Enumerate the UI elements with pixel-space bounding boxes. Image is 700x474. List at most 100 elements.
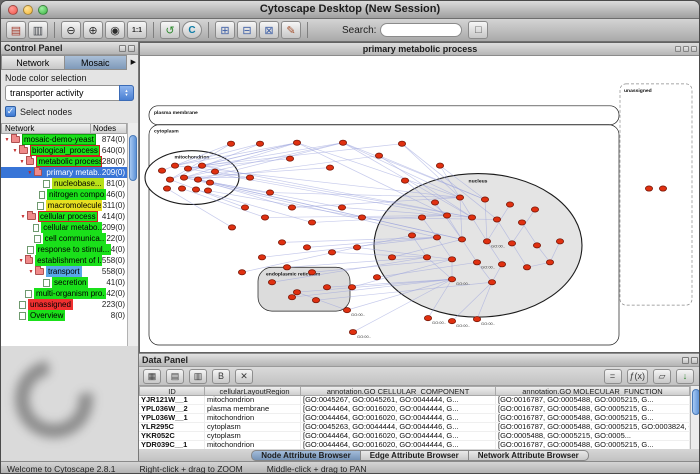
tree-row[interactable]: macromolecule...311(0) [1,200,127,211]
create-attribute-icon[interactable]: ▤ [166,369,184,384]
graph-node[interactable] [266,190,273,195]
graph-node[interactable] [448,319,455,324]
vizmapper-icon[interactable]: ⊟ [237,21,257,39]
table-row[interactable]: YJR121W__1mitochondrion[GO:0045267, GO:0… [139,396,690,405]
frame-minimize-button[interactable] [675,46,681,52]
copy-attribute-icon[interactable]: ▥ [189,369,207,384]
tree-row[interactable]: response to stimul...4(0) [1,244,127,255]
table-row[interactable]: YPL036W__2plasma membrane[GO:0044464, GO… [139,405,690,414]
graph-node[interactable] [261,215,268,220]
tree-row[interactable]: cellular metabo...209(0) [1,222,127,233]
tree-row[interactable]: ▼establishment of l...558(0) [1,255,127,266]
tab-mosaic[interactable]: Mosaic [65,55,128,70]
graph-node[interactable] [468,215,475,220]
table-scrollbar[interactable] [690,386,700,449]
graph-node[interactable] [659,186,666,191]
graph-node[interactable] [288,205,295,210]
new-session-icon[interactable]: ▤ [6,21,26,39]
tree-scrollbar[interactable] [127,123,138,346]
graph-node[interactable] [268,280,275,285]
column-header[interactable]: annotation.GO MOLECULAR_FUNCTION [496,386,690,396]
search-input[interactable] [380,23,462,37]
graph-node[interactable] [228,225,235,230]
maximize-window-button[interactable] [38,5,48,15]
graph-node[interactable] [312,298,319,303]
tree-row[interactable]: ▼biological_process640(0) [1,145,127,156]
graph-node[interactable] [238,270,245,275]
graph-node[interactable] [180,175,187,180]
graph-node[interactable] [241,205,248,210]
graph-node[interactable] [158,168,165,173]
graph-node[interactable] [423,255,430,260]
graph-node[interactable] [328,250,335,255]
tree-row[interactable]: cell communica...22(0) [1,233,127,244]
graph-node[interactable] [508,241,515,246]
graph-node[interactable] [211,169,218,174]
graph-node[interactable] [286,156,293,161]
graph-node[interactable] [433,235,440,240]
tree-row[interactable]: secretion41(0) [1,277,127,288]
function-builder-icon[interactable]: ƒ(x) [627,369,649,384]
graph-node[interactable] [178,186,185,191]
expander-icon[interactable]: ▼ [3,137,11,143]
graph-node[interactable] [523,265,530,270]
table-row[interactable]: YDR039C__1mitochondrion[GO:0044464, GO:0… [139,441,690,449]
graph-node[interactable] [288,295,295,300]
export-attributes-icon[interactable]: ↓ [676,369,694,384]
graph-node[interactable] [518,220,525,225]
graph-node[interactable] [198,163,205,168]
tab-network-attribute-browser[interactable]: Network Attribute Browser [469,450,589,461]
graph-node[interactable] [488,280,495,285]
graph-node[interactable] [556,239,563,244]
frame-close-button[interactable] [691,46,697,52]
minimize-window-button[interactable] [23,5,33,15]
filter-icon[interactable]: ⊠ [259,21,279,39]
tree-row[interactable]: multi-organism pro...42(0) [1,288,127,299]
tree-row[interactable]: ▼cellular process414(0) [1,211,127,222]
frame-maximize-button[interactable] [683,46,689,52]
graph-node[interactable] [163,186,170,191]
graph-node[interactable] [418,215,425,220]
graph-edge[interactable] [297,143,447,216]
graph-node[interactable] [278,240,285,245]
batch-edit-icon[interactable]: B [212,369,230,384]
graph-node[interactable] [194,177,201,182]
graph-node[interactable] [171,163,178,168]
tree-row[interactable]: ▼transport558(0) [1,266,127,277]
graph-node[interactable] [473,317,480,322]
column-header[interactable]: _cellularLayoutRegion [205,386,301,396]
tree-row[interactable]: Overview8(0) [1,310,127,321]
close-window-button[interactable] [8,5,18,15]
graph-node[interactable] [458,237,465,242]
graph-node[interactable] [206,180,213,185]
network-graph[interactable]: plasma membranecytoplasmunassignednucleu… [140,56,700,352]
zoom-out-icon[interactable]: ⊖ [61,21,81,39]
float-panel-button[interactable] [682,357,689,364]
column-header[interactable]: annotation.GO CELLULAR_COMPONENT [301,386,496,396]
tree-row[interactable]: unassigned223(0) [1,299,127,310]
expander-icon[interactable]: ▼ [18,159,26,165]
graph-node[interactable] [408,233,415,238]
graph-node[interactable] [531,207,538,212]
graph-node[interactable] [448,257,455,262]
table-row[interactable]: YKR052Ccytoplasm[GO:0044464, GO:0016020,… [139,432,690,441]
graph-node[interactable] [533,243,540,248]
select-nodes-checkbox[interactable]: ✓ [5,106,16,117]
tree-row[interactable]: nucleobase...81(0) [1,178,127,189]
graph-node[interactable] [375,153,382,158]
node-color-dropdown[interactable]: transporter activity ▲▼ [5,85,134,101]
graph-node[interactable] [348,285,355,290]
delete-attribute-icon[interactable]: ✕ [235,369,253,384]
expander-icon[interactable]: ▼ [17,258,24,264]
table-scrollbar-thumb[interactable] [692,389,700,415]
graph-node[interactable] [506,202,513,207]
tab-network[interactable]: Network [1,55,65,70]
tree-row[interactable]: nitrogen compo...46(0) [1,189,127,200]
tree-row[interactable]: ▼mosaic-demo-yeast874(0) [1,134,127,145]
graph-node[interactable] [448,277,455,282]
graph-node[interactable] [338,205,345,210]
graph-node[interactable] [481,197,488,202]
graph-node[interactable] [388,255,395,260]
graph-node[interactable] [401,178,408,183]
graph-node[interactable] [258,255,265,260]
